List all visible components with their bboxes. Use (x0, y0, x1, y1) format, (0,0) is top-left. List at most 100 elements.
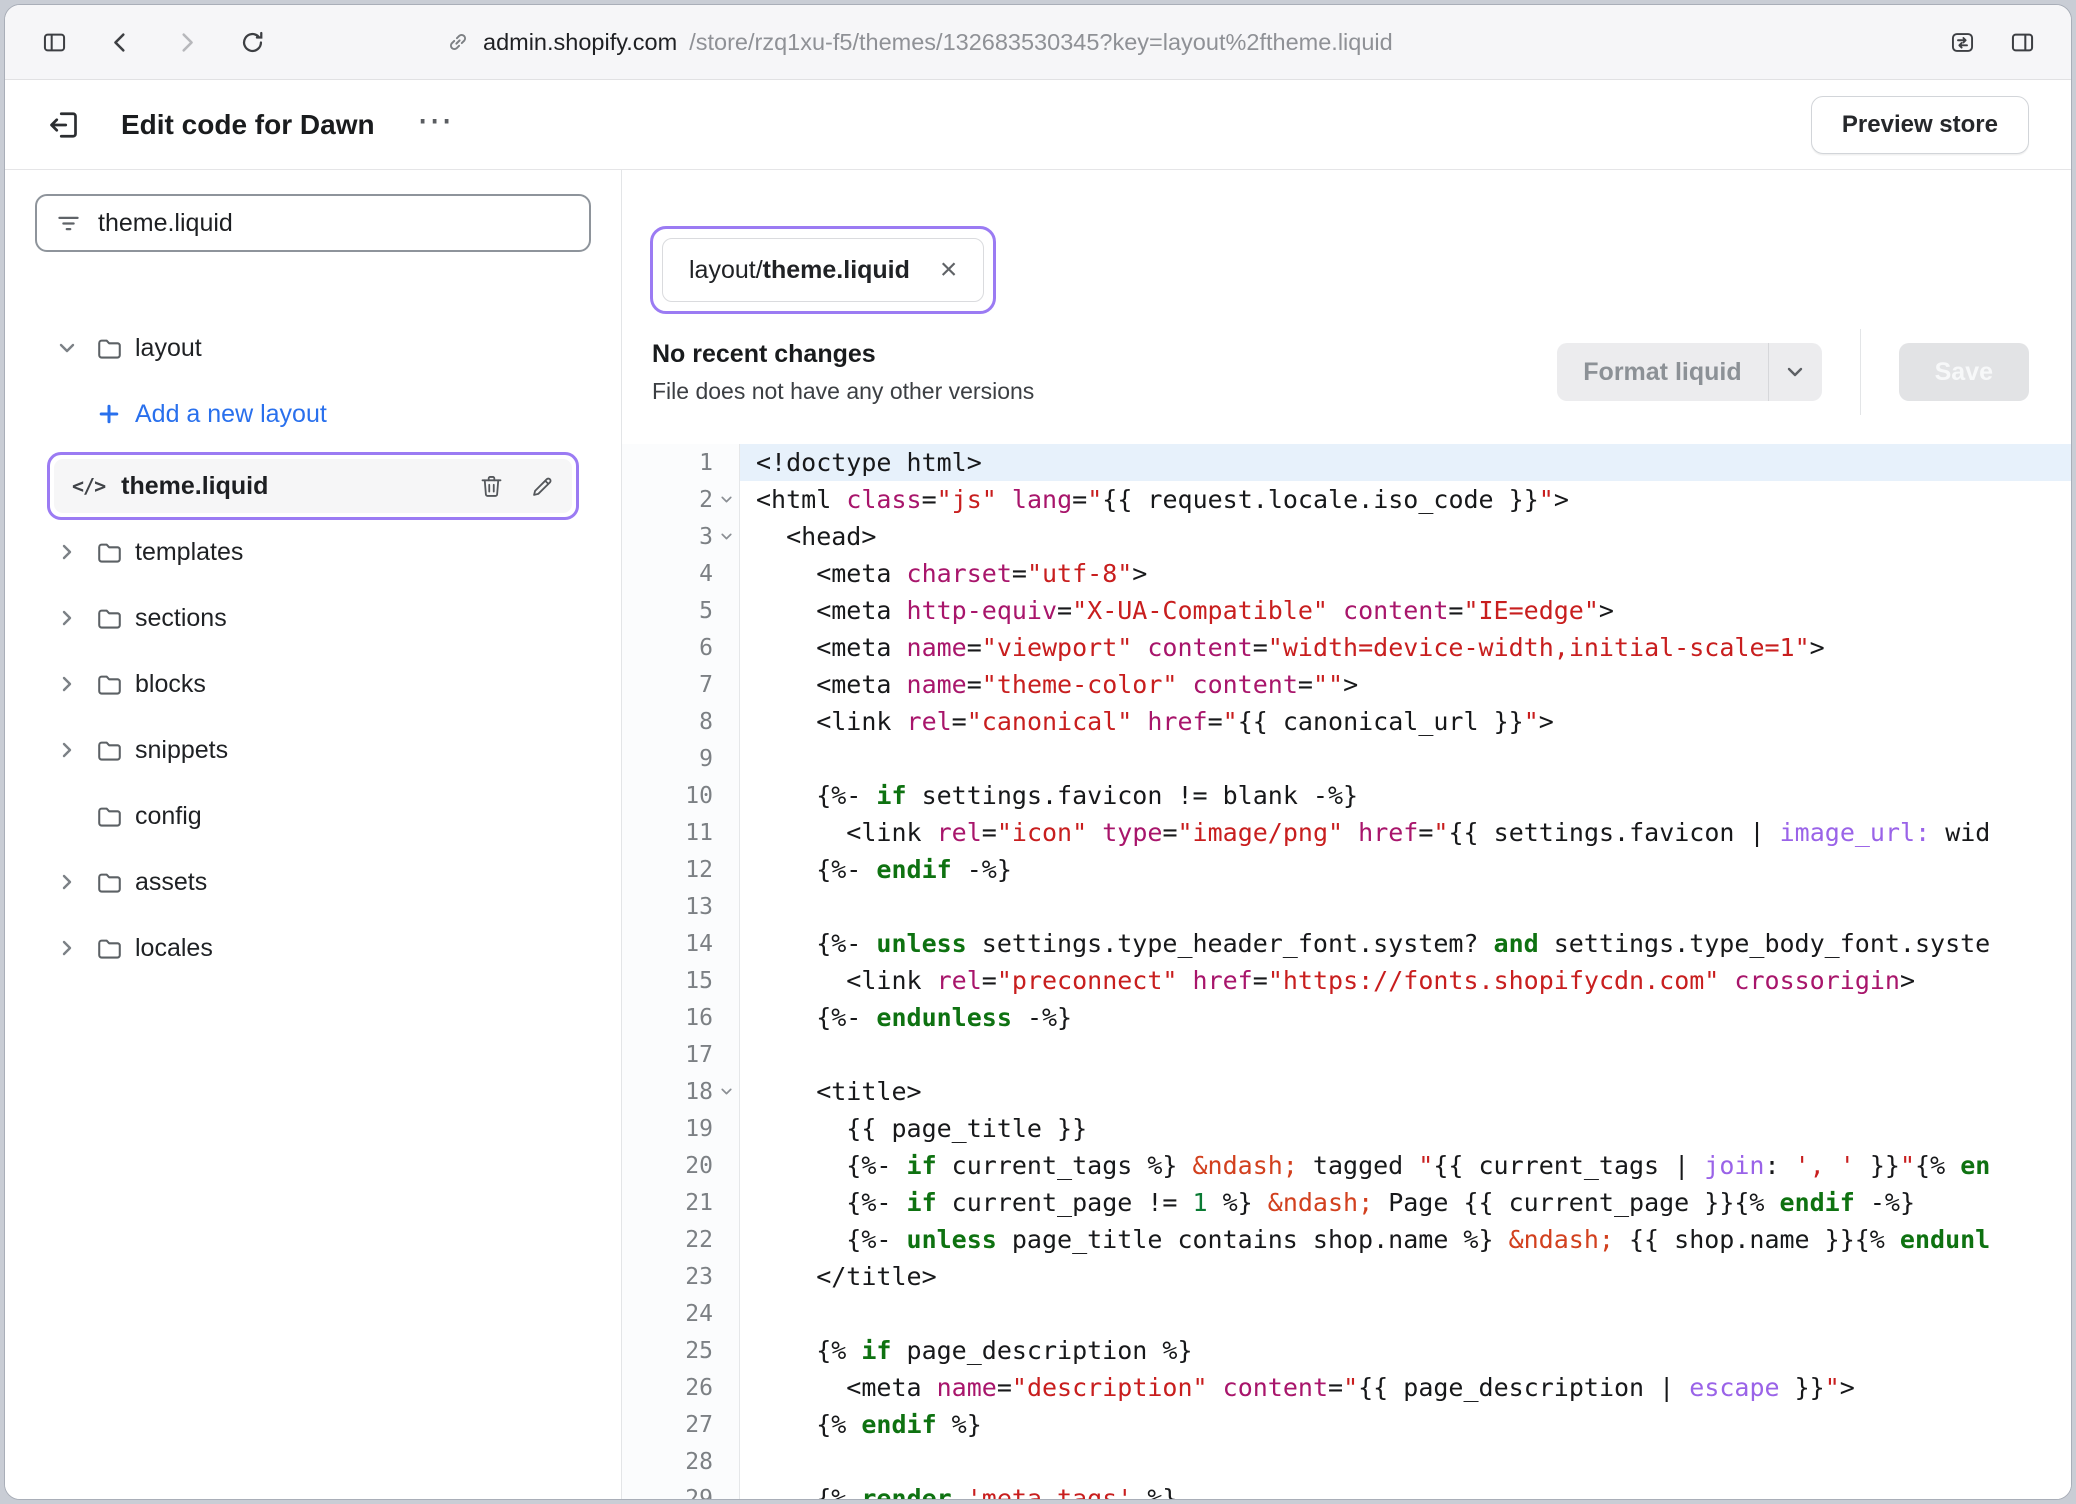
gutter-cell: 10 (622, 777, 740, 814)
sidebar-item-theme-liquid[interactable]: </>theme.liquid (54, 459, 572, 513)
back-button[interactable] (97, 19, 143, 65)
code-text[interactable] (740, 888, 2071, 925)
line-number: 10 (685, 783, 713, 809)
code-line-11[interactable]: 11 <link rel="icon" type="image/png" hre… (622, 814, 2071, 851)
code-text[interactable]: {%- if current_page != 1 %} &ndash; Page… (740, 1184, 2071, 1221)
code-line-25[interactable]: 25 {% if page_description %} (622, 1332, 2071, 1369)
file-name-label: theme.liquid (121, 472, 268, 501)
file-search-input[interactable] (98, 209, 571, 238)
code-line-16[interactable]: 16 {%- endunless -%} (622, 999, 2071, 1036)
code-text[interactable]: <meta charset="utf-8"> (740, 555, 2071, 592)
code-line-13[interactable]: 13 (622, 888, 2071, 925)
code-text[interactable]: <html class="js" lang="{{ request.locale… (740, 481, 2071, 518)
code-line-24[interactable]: 24 (622, 1295, 2071, 1332)
more-actions-button[interactable]: ⋯ (417, 102, 453, 148)
code-line-17[interactable]: 17 (622, 1036, 2071, 1073)
browser-tools-button[interactable] (1939, 19, 1985, 65)
code-text[interactable]: {%- unless settings.type_header_font.sys… (740, 925, 2071, 962)
code-line-26[interactable]: 26 <meta name="description" content="{{ … (622, 1369, 2071, 1406)
sidebar-item-templates[interactable]: templates (31, 524, 595, 580)
code-text[interactable]: {%- unless page_title contains shop.name… (740, 1221, 2071, 1258)
fold-spacer (713, 666, 739, 703)
code-text[interactable]: {%- if settings.favicon != blank -%} (740, 777, 2071, 814)
format-liquid-caret[interactable] (1768, 343, 1822, 401)
code-text[interactable]: {% if page_description %} (740, 1332, 2071, 1369)
code-text[interactable]: <meta name="viewport" content="width=dev… (740, 629, 2071, 666)
format-liquid-button[interactable]: Format liquid (1557, 343, 1821, 401)
code-line-6[interactable]: 6 <meta name="viewport" content="width=d… (622, 629, 2071, 666)
folder-icon (93, 800, 125, 832)
sidebar-item-assets[interactable]: assets (31, 854, 595, 910)
code-text[interactable]: {%- if current_tags %} &ndash; tagged "{… (740, 1147, 2071, 1184)
folder-icon (93, 536, 125, 568)
code-text[interactable] (740, 1295, 2071, 1332)
code-text[interactable] (740, 740, 2071, 777)
code-line-14[interactable]: 14 {%- unless settings.type_header_font.… (622, 925, 2071, 962)
save-button[interactable]: Save (1899, 343, 2029, 401)
reload-button[interactable] (229, 19, 275, 65)
fold-toggle-icon[interactable] (713, 518, 739, 555)
sidebar-item-locales[interactable]: locales (31, 920, 595, 976)
sidebar-toggle-button[interactable] (31, 19, 77, 65)
code-text[interactable]: {{ page_title }} (740, 1110, 2071, 1147)
code-line-23[interactable]: 23 </title> (622, 1258, 2071, 1295)
fold-toggle-icon[interactable] (713, 481, 739, 518)
sidebar-item-blocks[interactable]: blocks (31, 656, 595, 712)
trash-icon[interactable] (478, 473, 505, 500)
code-line-29[interactable]: 29 {% render 'meta-tags' %} (622, 1480, 2071, 1499)
code-line-27[interactable]: 27 {% endif %} (622, 1406, 2071, 1443)
sidebar-item-config[interactable]: config (31, 788, 595, 844)
code-text[interactable]: {% render 'meta-tags' %} (740, 1480, 2071, 1499)
code-line-12[interactable]: 12 {%- endif -%} (622, 851, 2071, 888)
code-line-9[interactable]: 9 (622, 740, 2071, 777)
code-text[interactable]: <link rel="canonical" href="{{ canonical… (740, 703, 2071, 740)
exit-button[interactable] (43, 103, 87, 147)
code-line-4[interactable]: 4 <meta charset="utf-8"> (622, 555, 2071, 592)
gutter-cell: 11 (622, 814, 740, 851)
code-line-15[interactable]: 15 <link rel="preconnect" href="https://… (622, 962, 2071, 999)
code-text[interactable]: <link rel="preconnect" href="https://fon… (740, 962, 2071, 999)
pencil-icon[interactable] (529, 473, 556, 500)
code-text[interactable]: {%- endif -%} (740, 851, 2071, 888)
sidebar-item-snippets[interactable]: snippets (31, 722, 595, 778)
address-bar[interactable]: admin.shopify.com/store/rzq1xu-f5/themes… (445, 29, 1393, 56)
code-line-2[interactable]: 2<html class="js" lang="{{ request.local… (622, 481, 2071, 518)
add-layout-button[interactable]: Add a new layout (31, 386, 595, 442)
code-line-19[interactable]: 19 {{ page_title }} (622, 1110, 2071, 1147)
line-number: 16 (685, 1005, 713, 1031)
code-text[interactable]: <meta name="description" content="{{ pag… (740, 1369, 2071, 1406)
code-text[interactable]: <head> (740, 518, 2071, 555)
code-text[interactable] (740, 1443, 2071, 1480)
code-line-18[interactable]: 18 <title> (622, 1073, 2071, 1110)
sidebar-item-layout[interactable]: layout (31, 320, 595, 376)
gutter-cell: 7 (622, 666, 740, 703)
code-line-21[interactable]: 21 {%- if current_page != 1 %} &ndash; P… (622, 1184, 2071, 1221)
code-line-28[interactable]: 28 (622, 1443, 2071, 1480)
code-text[interactable]: <title> (740, 1073, 2071, 1110)
tab-theme-liquid[interactable]: layout/theme.liquid × (662, 238, 984, 302)
code-text[interactable]: <meta http-equiv="X-UA-Compatible" conte… (740, 592, 2071, 629)
gutter-cell: 24 (622, 1295, 740, 1332)
code-line-20[interactable]: 20 {%- if current_tags %} &ndash; tagged… (622, 1147, 2071, 1184)
code-line-3[interactable]: 3 <head> (622, 518, 2071, 555)
code-text[interactable]: {% endif %} (740, 1406, 2071, 1443)
code-text[interactable]: {%- endunless -%} (740, 999, 2071, 1036)
code-line-5[interactable]: 5 <meta http-equiv="X-UA-Compatible" con… (622, 592, 2071, 629)
tab-close-button[interactable]: × (940, 255, 958, 285)
right-panel-toggle-button[interactable] (1999, 19, 2045, 65)
code-line-1[interactable]: 1<!doctype html> (622, 444, 2071, 481)
code-line-7[interactable]: 7 <meta name="theme-color" content=""> (622, 666, 2071, 703)
code-line-22[interactable]: 22 {%- unless page_title contains shop.n… (622, 1221, 2071, 1258)
preview-store-button[interactable]: Preview store (1811, 96, 2029, 154)
code-text[interactable]: </title> (740, 1258, 2071, 1295)
code-text[interactable]: <!doctype html> (740, 444, 2071, 481)
code-text[interactable] (740, 1036, 2071, 1073)
code-line-10[interactable]: 10 {%- if settings.favicon != blank -%} (622, 777, 2071, 814)
code-text[interactable]: <link rel="icon" type="image/png" href="… (740, 814, 2071, 851)
forward-button[interactable] (163, 19, 209, 65)
code-text[interactable]: <meta name="theme-color" content=""> (740, 666, 2071, 703)
fold-toggle-icon[interactable] (713, 1073, 739, 1110)
code-line-8[interactable]: 8 <link rel="canonical" href="{{ canonic… (622, 703, 2071, 740)
tab-file-name: theme.liquid (763, 256, 910, 285)
sidebar-item-sections[interactable]: sections (31, 590, 595, 646)
